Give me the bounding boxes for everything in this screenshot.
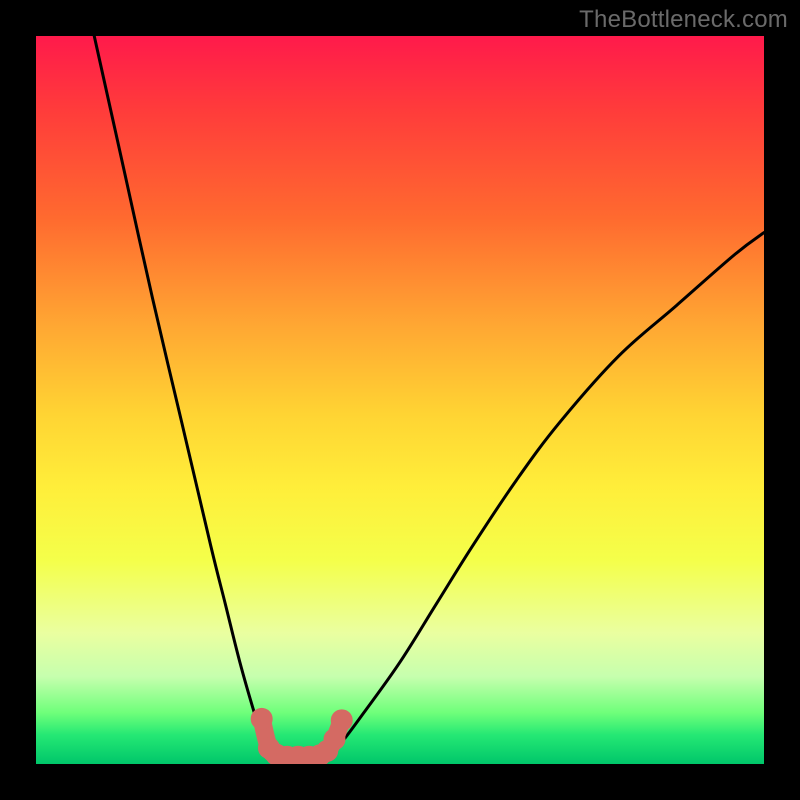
highlight-dot [251,708,273,730]
watermark-text: TheBottleneck.com [579,6,788,34]
right-curve [327,233,764,757]
plot-area [36,36,764,764]
curve-layer [36,36,764,764]
left-curve [94,36,276,757]
chart-frame: TheBottleneck.com [0,0,800,800]
highlight-dot [331,709,353,731]
highlight-dot [323,728,345,750]
